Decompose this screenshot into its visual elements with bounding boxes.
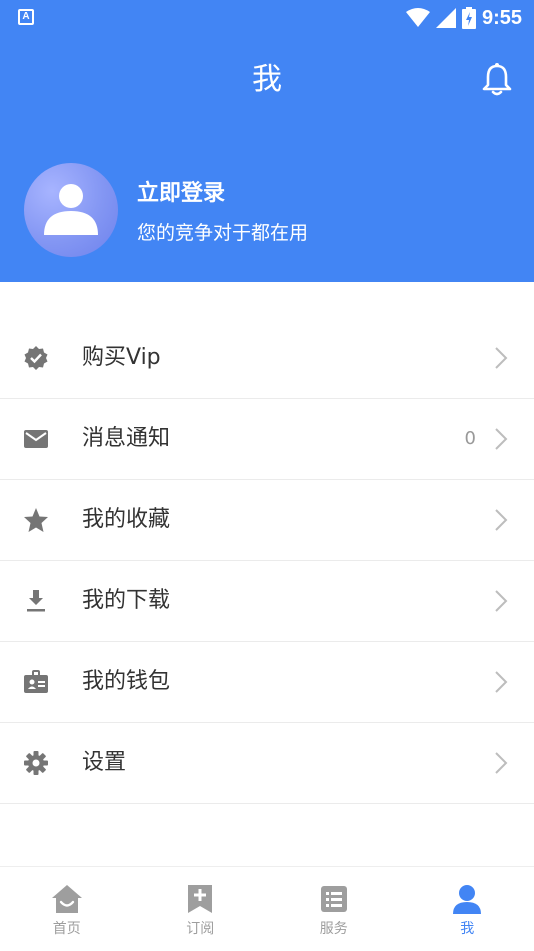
chevron-right-icon	[494, 670, 508, 694]
service-list-icon	[318, 883, 350, 915]
mail-icon	[22, 425, 50, 453]
home-icon	[51, 883, 83, 915]
login-subtitle: 您的竞争对于都在用	[137, 219, 308, 247]
menu-item-buy-vip[interactable]: 购买Vip	[0, 318, 534, 399]
tab-service[interactable]: 服务	[267, 867, 401, 951]
avatar[interactable]	[24, 163, 118, 257]
wallet-icon	[22, 668, 50, 696]
bottom-tab-bar: 首页 订阅 服务 我	[0, 866, 534, 951]
page-title: 我	[0, 58, 534, 102]
menu-item-label: 我的下载	[82, 583, 170, 619]
gear-icon	[22, 749, 50, 777]
subscribe-icon	[184, 883, 216, 915]
tab-label: 我	[401, 919, 534, 939]
chevron-right-icon	[494, 346, 508, 370]
battery-icon	[462, 7, 476, 29]
menu-item-count: 0	[465, 425, 476, 453]
chevron-right-icon	[494, 589, 508, 613]
menu-item-wallet[interactable]: 我的钱包	[0, 642, 534, 723]
menu-item-downloads[interactable]: 我的下载	[0, 561, 534, 642]
profile-menu: 购买Vip 消息通知 0 我的收藏 我的下载	[0, 318, 534, 804]
wifi-icon	[406, 8, 430, 28]
menu-item-label: 购买Vip	[82, 340, 161, 376]
status-time: 9:55	[482, 7, 522, 30]
status-indicators: 9:55	[406, 5, 522, 31]
bell-icon[interactable]	[482, 62, 512, 96]
tab-label: 订阅	[134, 919, 268, 939]
menu-item-notifications[interactable]: 消息通知 0	[0, 399, 534, 480]
download-icon	[22, 587, 50, 615]
tab-home[interactable]: 首页	[0, 867, 134, 951]
tab-me[interactable]: 我	[401, 867, 534, 951]
menu-item-settings[interactable]: 设置	[0, 723, 534, 804]
profile-header: A 9:55 我 立即登录 您的竞争对于都在用	[0, 0, 534, 282]
menu-item-label: 我的钱包	[82, 664, 170, 700]
star-icon	[22, 506, 50, 534]
menu-item-favorites[interactable]: 我的收藏	[0, 480, 534, 561]
cell-signal-icon	[436, 8, 456, 28]
chevron-right-icon	[494, 508, 508, 532]
person-icon	[451, 883, 483, 915]
user-silhouette-icon	[24, 163, 118, 257]
menu-item-label: 消息通知	[82, 421, 170, 457]
menu-item-label: 我的收藏	[82, 502, 170, 538]
app-notification-icon: A	[18, 9, 34, 25]
tab-label: 首页	[0, 919, 134, 939]
menu-item-label: 设置	[82, 745, 126, 781]
chevron-right-icon	[494, 751, 508, 775]
status-bar: A 9:55	[0, 0, 534, 36]
verified-badge-icon	[22, 344, 50, 372]
tab-subscribe[interactable]: 订阅	[134, 867, 268, 951]
chevron-right-icon	[494, 427, 508, 451]
login-link[interactable]: 立即登录	[137, 178, 225, 210]
tab-label: 服务	[267, 919, 401, 939]
